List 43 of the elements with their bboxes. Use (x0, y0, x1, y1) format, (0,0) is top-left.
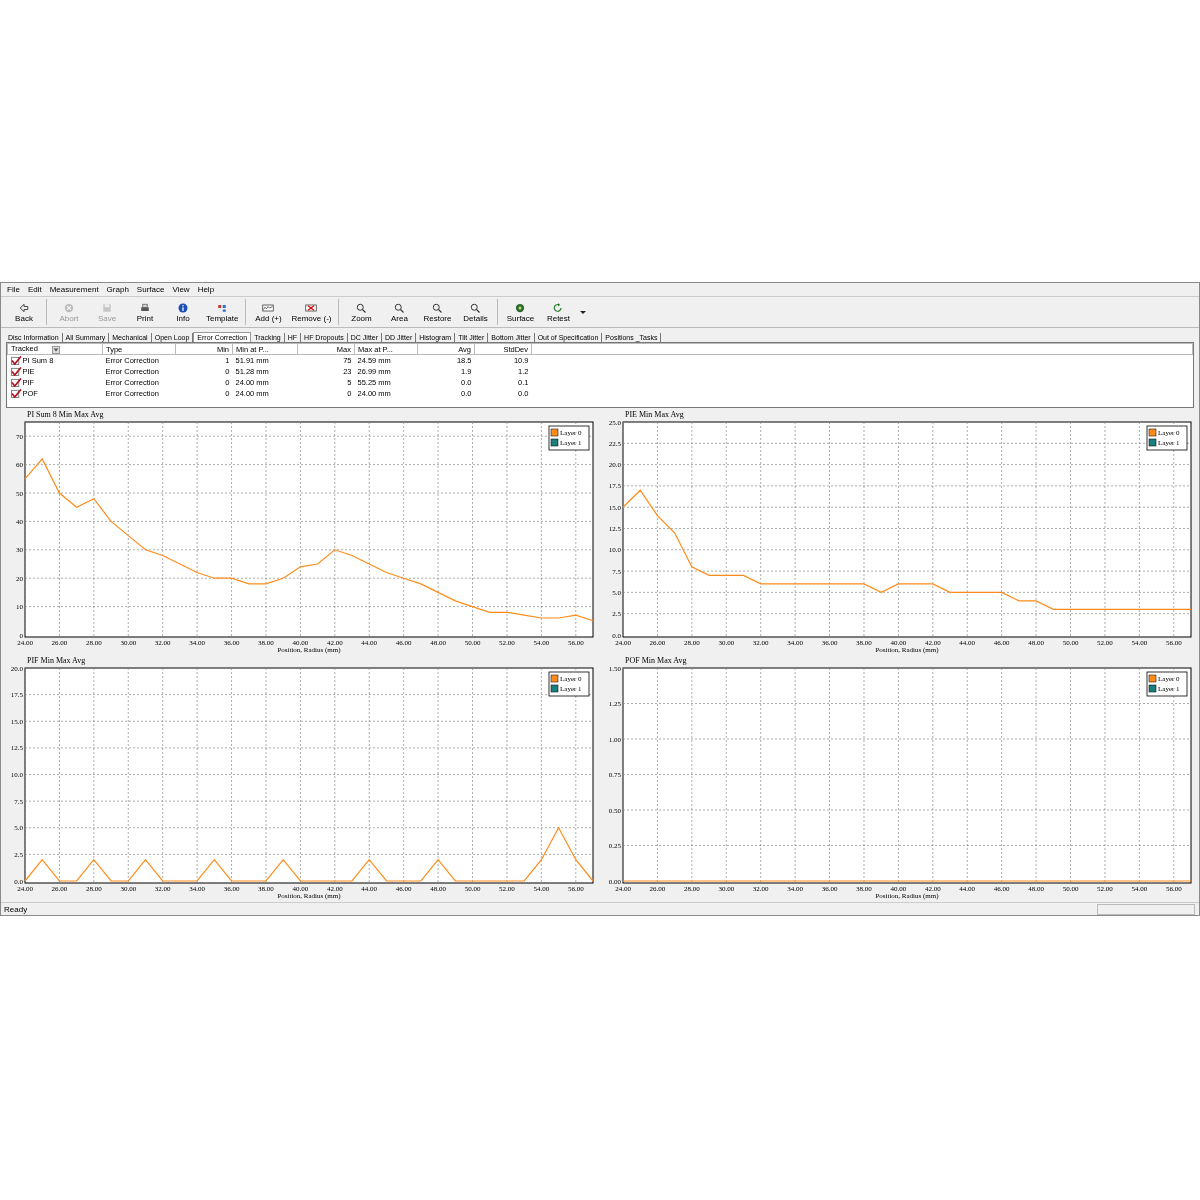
chart-title: PIF Min Max Avg (26, 656, 86, 665)
toolbar-button[interactable]: Print (126, 300, 164, 324)
menu-item[interactable]: Surface (132, 285, 169, 294)
magnifier-icon (469, 301, 482, 314)
menu-item[interactable]: Help (193, 285, 219, 294)
menu-item[interactable]: Edit (23, 285, 46, 294)
menu-item[interactable]: View (168, 285, 194, 294)
arrow-left-icon (18, 301, 30, 314)
toolbar-button[interactable]: Details (456, 300, 495, 324)
floppy-icon (101, 301, 113, 314)
info-icon (177, 301, 189, 314)
checkbox[interactable] (10, 367, 22, 377)
filter-icon[interactable] (51, 345, 60, 354)
toolbar-button[interactable]: Template (202, 300, 243, 324)
toolbar-button[interactable]: Restore (418, 300, 457, 324)
toolbar-button[interactable]: Info (164, 300, 202, 324)
checkbox[interactable] (10, 356, 22, 366)
magnifier-icon (431, 301, 444, 314)
menu-item[interactable]: Measurement (45, 285, 103, 294)
magnifier-icon (393, 301, 406, 314)
chart-plus-icon (262, 301, 275, 314)
checkbox[interactable] (10, 378, 22, 388)
chart-title: PIE Min Max Avg (624, 410, 684, 419)
toolbar-button[interactable]: Remove (-) (287, 300, 336, 324)
toolbar-button[interactable]: Area (380, 300, 419, 324)
toolbar-button[interactable]: Zoom (342, 300, 381, 324)
toolbar-button[interactable]: Surface (501, 300, 540, 324)
toolbar-button[interactable]: Retest (539, 300, 578, 324)
toolbar-button[interactable]: Add (+) (249, 300, 288, 324)
caret-icon[interactable] (579, 308, 588, 316)
menu-item[interactable]: File (3, 285, 24, 294)
status-text: Ready (4, 904, 28, 914)
chart-cross-icon (305, 301, 318, 314)
chart-title: PI Sum 8 Min Max Avg (26, 410, 104, 419)
refresh-icon (552, 301, 565, 314)
disc-icon (514, 301, 527, 314)
cancel-circle-icon (63, 301, 75, 314)
toolbar-button[interactable]: Back (5, 300, 43, 324)
checkbox[interactable] (10, 389, 22, 399)
chart-title: POF Min Max Avg (624, 656, 687, 665)
zoom-icon (355, 301, 368, 314)
menu-item[interactable]: Graph (102, 285, 133, 294)
printer-icon (139, 301, 151, 314)
